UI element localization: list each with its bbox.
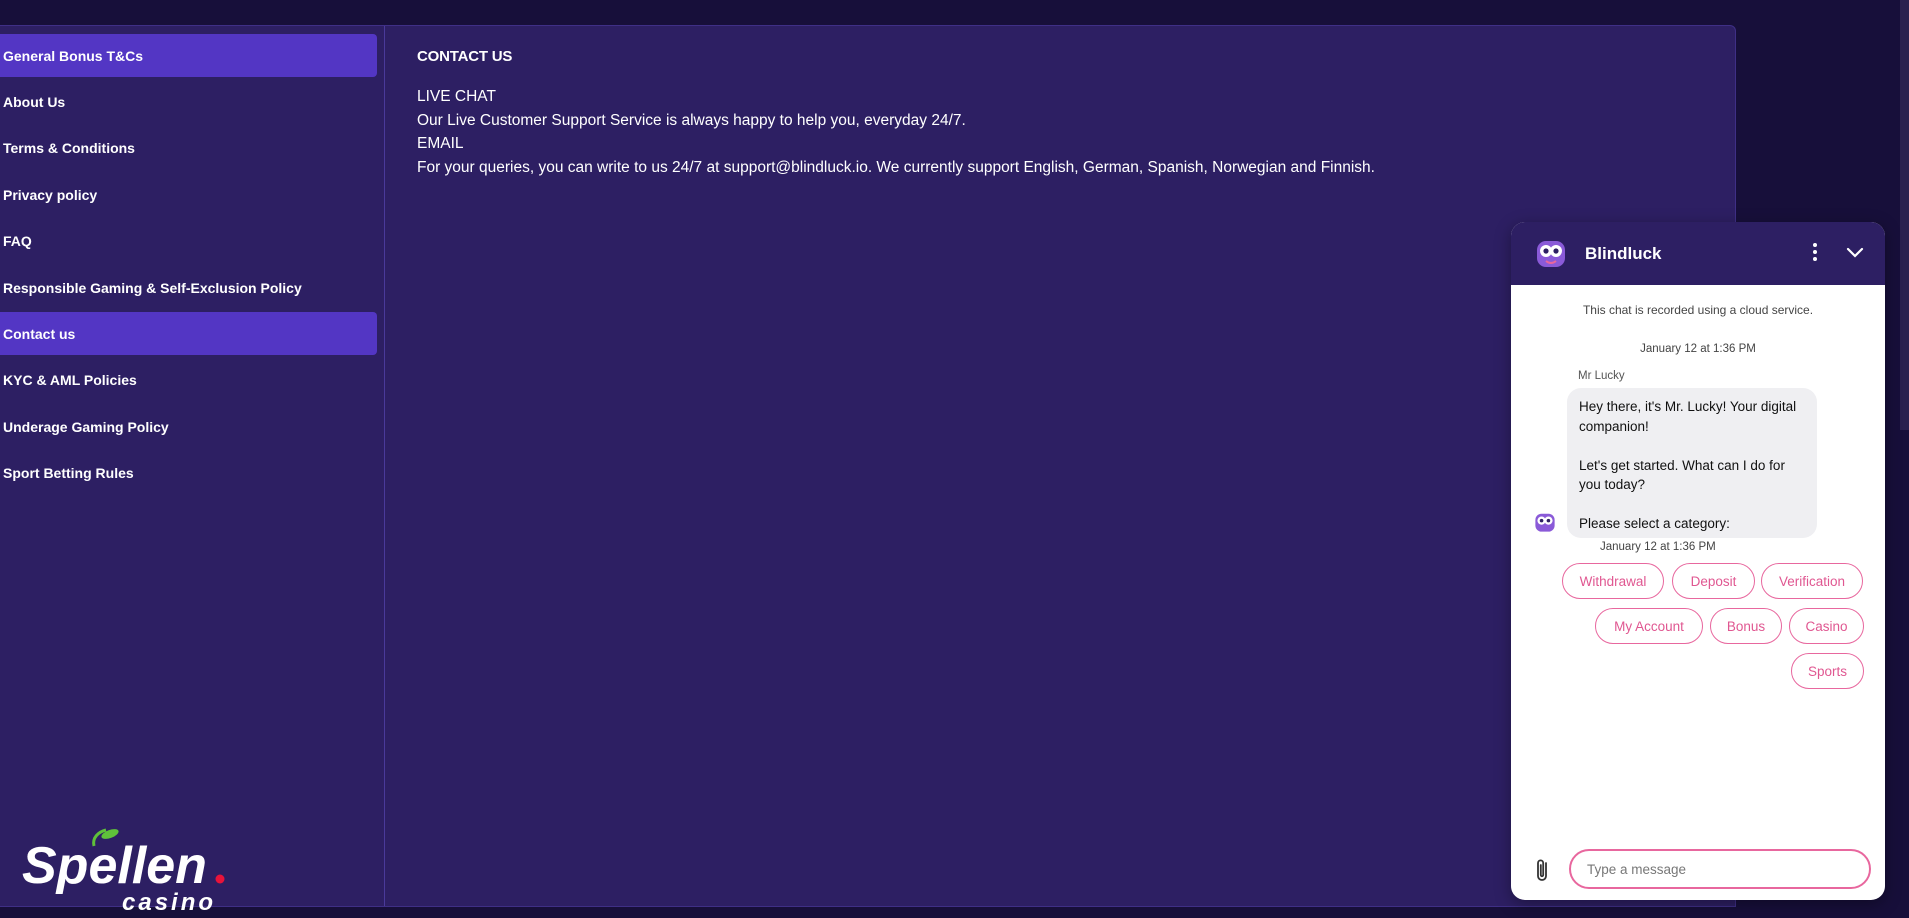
page-scrollbar[interactable] — [1900, 0, 1909, 430]
sidebar-item-privacy[interactable]: Privacy policy — [0, 173, 377, 216]
sidebar: General Bonus T&Cs About Us Terms & Cond… — [0, 26, 385, 916]
sidebar-item-sport-betting[interactable]: Sport Betting Rules — [0, 451, 377, 494]
live-chat-heading: LIVE CHAT — [417, 88, 496, 105]
logo-dot-icon — [215, 874, 225, 884]
sidebar-item-responsible-gaming[interactable]: Responsible Gaming & Self-Exclusion Poli… — [0, 266, 377, 309]
option-withdrawal-button[interactable]: Withdrawal — [1562, 563, 1664, 599]
chat-date-header: January 12 at 1:36 PM — [1640, 343, 1756, 355]
paperclip-icon[interactable] — [1533, 857, 1553, 883]
svg-text:casino: casino — [122, 889, 216, 916]
sidebar-item-contact-us[interactable]: Contact us — [0, 312, 377, 355]
chat-recording-notice: This chat is recorded using a cloud serv… — [1582, 303, 1814, 317]
mascot-avatar-icon — [1537, 241, 1565, 267]
sidebar-item-faq[interactable]: FAQ — [0, 219, 377, 262]
message-line: Hey there, it's Mr. Lucky! Your digital — [1579, 399, 1797, 414]
bot-avatar-icon — [1535, 513, 1555, 532]
email-heading: EMAIL — [417, 135, 464, 152]
option-my-account-button[interactable]: My Account — [1595, 608, 1703, 644]
sidebar-item-kyc-aml[interactable]: KYC & AML Policies — [0, 358, 377, 401]
sidebar-item-about-us[interactable]: About Us — [0, 80, 377, 123]
main-panel: General Bonus T&Cs About Us Terms & Cond… — [0, 25, 1736, 916]
page-title: CONTACT US — [417, 48, 513, 65]
message-timestamp: January 12 at 1:36 PM — [1600, 541, 1716, 553]
message-sender: Mr Lucky — [1578, 370, 1625, 382]
message-input[interactable] — [1569, 849, 1871, 889]
contact-content: CONTACT US LIVE CHAT Our Live Customer S… — [417, 48, 1717, 179]
more-options-icon[interactable] — [1803, 240, 1827, 264]
option-sports-button[interactable]: Sports — [1791, 653, 1864, 689]
live-chat-text: Our Live Customer Support Service is alw… — [417, 111, 966, 129]
message-line — [1579, 436, 1805, 456]
message-line: you today? — [1579, 477, 1646, 492]
message-line: Please select a category: — [1579, 516, 1730, 531]
message-line: companion! — [1579, 418, 1649, 434]
bot-message-bubble: Hey there, it's Mr. Lucky! Your digital … — [1567, 388, 1817, 538]
option-bonus-button[interactable]: Bonus — [1710, 608, 1782, 644]
sidebar-item-terms[interactable]: Terms & Conditions — [0, 126, 377, 169]
sidebar-item-general-bonus[interactable]: General Bonus T&Cs — [0, 34, 377, 77]
svg-text:Spellen: Spellen — [22, 837, 207, 895]
option-deposit-button[interactable]: Deposit — [1672, 563, 1755, 599]
option-casino-button[interactable]: Casino — [1789, 608, 1864, 644]
chat-widget: Blindluck This chat is recorded using a … — [1511, 222, 1885, 900]
message-line — [1579, 495, 1805, 515]
chevron-down-icon[interactable] — [1843, 240, 1867, 264]
option-verification-button[interactable]: Verification — [1761, 563, 1863, 599]
sidebar-item-underage[interactable]: Underage Gaming Policy — [0, 405, 377, 448]
chat-title: Blindluck — [1585, 244, 1662, 263]
spellen-logo[interactable]: Spellen casino — [22, 828, 232, 918]
chat-header: Blindluck — [1511, 222, 1885, 285]
email-text: For your queries, you can write to us 24… — [417, 158, 1375, 176]
message-line: Let's get started. What can I do for — [1579, 457, 1785, 473]
